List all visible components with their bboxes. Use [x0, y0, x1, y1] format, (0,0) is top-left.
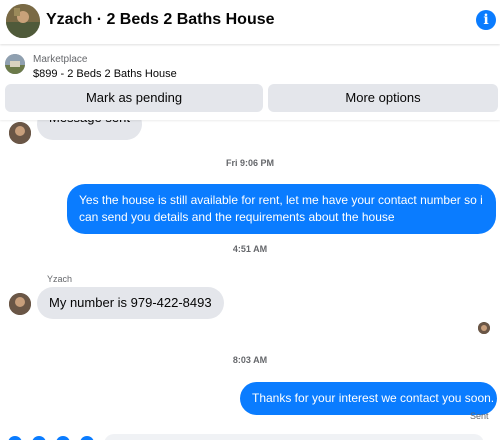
message-timestamp: 4:51 AM — [232, 244, 268, 254]
more-options-button[interactable]: More options — [268, 84, 498, 112]
mark-as-pending-button[interactable]: Mark as pending — [5, 84, 263, 112]
message-thread[interactable]: Message sent Fri 9:06 PM Yes the house i… — [0, 108, 500, 440]
contact-avatar-small — [9, 122, 31, 144]
contact-avatar-small — [9, 293, 31, 315]
sticker-icon[interactable] — [56, 436, 70, 440]
info-icon[interactable]: i — [476, 10, 496, 30]
message-timestamp: Fri 9:06 PM — [225, 158, 274, 168]
avatar-image — [9, 122, 31, 144]
contact-avatar[interactable] — [6, 4, 40, 38]
listing-thumbnail[interactable] — [5, 54, 25, 74]
marketplace-listing-panel: Marketplace $899 - 2 Beds 2 Baths House … — [0, 46, 500, 120]
outgoing-message: Thanks for your interest we contact you … — [240, 382, 497, 415]
listing-title[interactable]: $899 - 2 Beds 2 Baths House — [33, 68, 177, 80]
sender-name: Yzach — [47, 274, 73, 284]
avatar-image — [478, 323, 490, 334]
message-composer — [0, 430, 500, 440]
conversation-header: Yzach · 2 Beds 2 Baths House i — [0, 0, 500, 44]
photo-icon[interactable] — [32, 436, 46, 440]
avatar-image — [9, 293, 31, 315]
incoming-message: My number is 979-422-8493 — [37, 287, 224, 319]
outgoing-message: Yes the house is still available for ren… — [67, 184, 496, 234]
avatar-image — [6, 4, 40, 38]
conversation-title[interactable]: Yzach · 2 Beds 2 Baths House — [46, 11, 275, 29]
listing-image — [5, 54, 25, 74]
sent-status: Sent — [470, 411, 489, 421]
add-icon[interactable] — [8, 436, 22, 440]
seen-avatar — [478, 322, 490, 334]
message-timestamp: 8:03 AM — [232, 355, 268, 365]
listing-category: Marketplace — [33, 54, 88, 65]
message-input[interactable] — [104, 434, 484, 440]
gif-icon[interactable] — [80, 436, 94, 440]
